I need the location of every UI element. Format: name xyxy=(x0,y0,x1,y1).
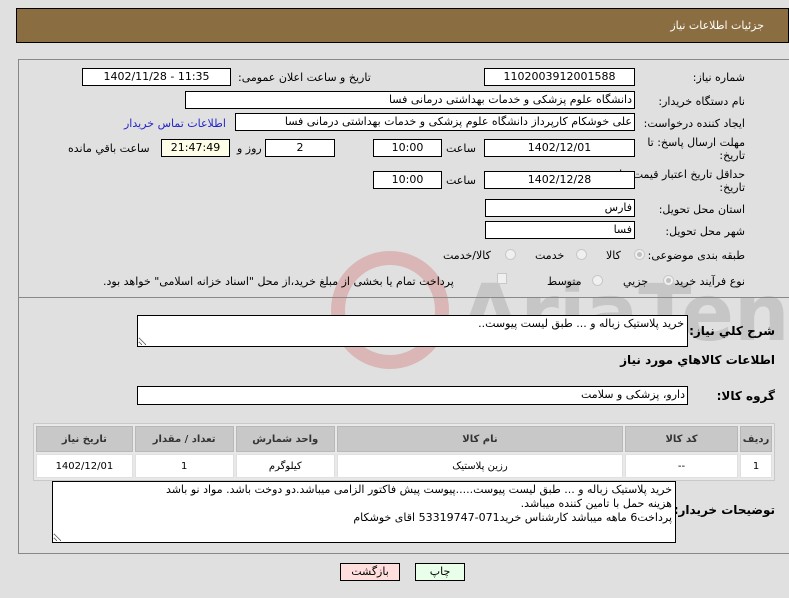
cell-quantity: 1 xyxy=(134,454,234,478)
city-field: فسا xyxy=(485,221,635,239)
province-label: استان محل تحویل: xyxy=(658,203,745,216)
cell-item-name: رزین پلاستیک xyxy=(336,454,623,478)
need-number-field: 1102003912001588 xyxy=(484,68,635,86)
goods-section-title: اطلاعات کالاهاي مورد نياز xyxy=(620,353,775,367)
price-time-label: ساعت xyxy=(446,174,476,187)
purchase-option-medium: متوسط xyxy=(547,275,582,288)
province-field: فارس xyxy=(485,199,635,217)
price-validity-time: 10:00 xyxy=(373,171,442,189)
purchase-option-minor: جزیي xyxy=(623,275,649,288)
purchase-radio-medium[interactable] xyxy=(592,275,603,286)
table-header-row: ردیف کد کالا نام کالا واحد شمارش تعداد /… xyxy=(36,426,772,452)
treasury-bonds-label: پرداخت تمام یا بخشی از مبلغ خرید،از محل … xyxy=(103,275,454,288)
page-header: جزئیات اطلاعات نیاز xyxy=(16,8,789,43)
reply-time-label: ساعت xyxy=(446,142,476,155)
category-option-service: خدمت xyxy=(535,249,565,262)
reply-deadline-label: مهلت ارسال پاسخ: تا تاریخ: xyxy=(647,136,745,162)
city-label: شهر محل تحویل: xyxy=(665,225,745,238)
description-label: شرح کلي نياز: xyxy=(689,324,775,338)
purchase-radio-minor[interactable] xyxy=(663,275,674,286)
table-row: 1 -- رزین پلاستیک کیلوگرم 1 1402/12/01 xyxy=(36,454,772,478)
col-header-item-code: کد کالا xyxy=(624,426,739,452)
remaining-label: ساعت باقي مانده xyxy=(68,142,150,155)
back-button[interactable]: بازگشت xyxy=(340,563,400,581)
announce-datetime-field: 1402/11/28 - 11:35 xyxy=(82,68,231,86)
requester-label: ایجاد کننده درخواست: xyxy=(643,117,745,130)
purchase-type-label: نوع فرآیند خرید : xyxy=(667,275,745,288)
category-option-goods: کالا xyxy=(606,249,621,262)
category-label: طبقه بندی موضوعی: xyxy=(647,249,745,262)
cell-row-number: 1 xyxy=(740,454,772,478)
buyer-notes-textarea[interactable]: خرید پلاستیک زباله و ... طبق لیست پیوست.… xyxy=(52,481,676,543)
goods-table: ردیف کد کالا نام کالا واحد شمارش تعداد /… xyxy=(33,423,775,481)
category-option-goods-service: کالا/خدمت xyxy=(443,249,491,262)
buyer-org-field: دانشگاه علوم پزشکی و خدمات بهداشتی درمان… xyxy=(185,91,635,109)
category-radio-service[interactable] xyxy=(576,249,587,260)
treasury-bonds-checkbox[interactable] xyxy=(497,273,507,284)
buyer-notes-label: توضیحات خریدار: xyxy=(673,503,775,517)
remaining-time: 21:47:49 xyxy=(161,139,230,157)
goods-group-field: دارو، پزشکی و سلامت xyxy=(137,386,688,405)
goods-group-label: گروه کالا: xyxy=(716,389,775,403)
col-header-need-date: تاریخ نیاز xyxy=(36,426,133,452)
reply-deadline-date: 1402/12/01 xyxy=(484,139,635,157)
days-label: روز و xyxy=(237,142,262,155)
col-header-row-number: ردیف xyxy=(740,426,772,452)
category-radio-goods[interactable] xyxy=(634,249,645,260)
cell-unit: کیلوگرم xyxy=(235,454,335,478)
cell-item-code: -- xyxy=(624,454,739,478)
announce-datetime-label: تاریخ و ساعت اعلان عمومی: xyxy=(238,71,371,84)
buyer-contact-link[interactable]: اطلاعات تماس خریدار xyxy=(124,117,226,130)
cell-need-date: 1402/12/01 xyxy=(36,454,133,478)
print-button[interactable]: چاپ xyxy=(415,563,465,581)
need-number-label: شماره نیاز: xyxy=(692,71,745,84)
requester-field: علی خوشکام کارپرداز دانشگاه علوم پزشکی و… xyxy=(235,113,635,131)
category-radio-goods-service[interactable] xyxy=(505,249,516,260)
buyer-org-label: نام دستگاه خریدار: xyxy=(658,95,745,108)
remaining-days: 2 xyxy=(265,139,335,157)
col-header-item-name: نام کالا xyxy=(336,426,623,452)
page-title: جزئیات اطلاعات نیاز xyxy=(670,19,764,32)
description-textarea[interactable]: خرید پلاستیک زباله و ... طبق لیست پیوست.… xyxy=(137,315,688,347)
reply-deadline-time: 10:00 xyxy=(373,139,442,157)
col-header-quantity: تعداد / مقدار xyxy=(134,426,234,452)
col-header-unit: واحد شمارش xyxy=(235,426,335,452)
price-validity-date: 1402/12/28 xyxy=(484,171,635,189)
